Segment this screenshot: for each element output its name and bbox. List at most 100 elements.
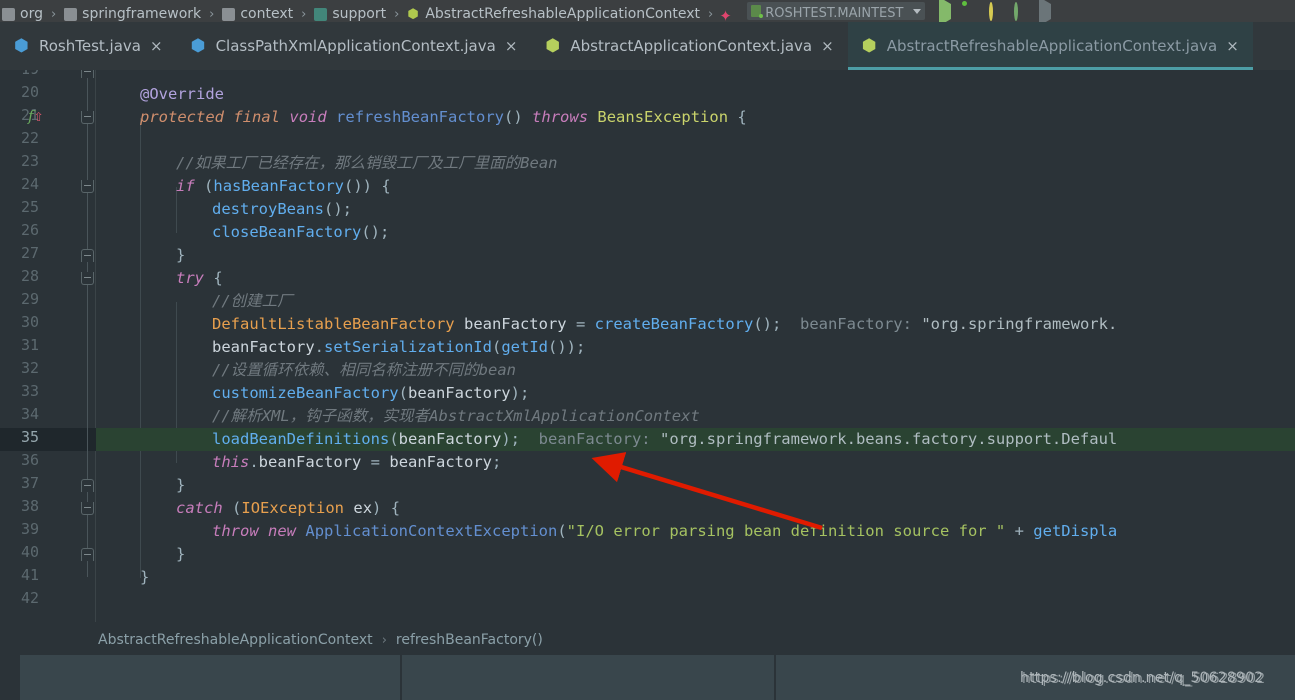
code-line[interactable]: } — [96, 543, 185, 566]
fold-toggle-icon[interactable] — [81, 111, 94, 124]
bottom-panel-middle[interactable] — [402, 655, 774, 700]
breadcrumb-class-name[interactable]: AbstractRefreshableApplicationContext — [98, 632, 373, 648]
code-line[interactable]: catch (IOException ex) { — [96, 497, 400, 520]
java-class-icon: ⬢ — [14, 36, 29, 56]
line-number: 30 — [20, 313, 39, 331]
code-line[interactable]: //设置循环依赖、相同名称注册不同的bean — [96, 359, 516, 382]
bottom-panel-left[interactable] — [20, 655, 400, 700]
code-line[interactable]: //创建工厂 — [96, 290, 293, 313]
code-token: getDispla — [1033, 522, 1118, 540]
code-line[interactable]: throw new ApplicationContextException("I… — [96, 520, 1117, 543]
fold-toggle-icon[interactable] — [81, 272, 94, 285]
close-icon[interactable]: × — [1226, 38, 1239, 54]
fold-toggle-icon[interactable] — [81, 249, 94, 262]
fold-rail — [87, 278, 88, 485]
code-line[interactable]: //如果工厂已经存在，那么销毁工厂及工厂里面的Bean — [96, 152, 558, 175]
inlay-hint-value: "org.springframework.beans.factory.suppo… — [659, 430, 1118, 448]
debug-icon[interactable] — [964, 4, 979, 19]
code-token: ex — [353, 499, 373, 517]
code-line[interactable]: beanFactory.setSerializationId(getId()); — [96, 336, 585, 359]
close-icon[interactable]: × — [150, 38, 163, 54]
edit-configurations-icon[interactable]: ✦ — [719, 7, 732, 23]
chevron-down-icon — [913, 8, 922, 14]
code-token: new — [268, 522, 297, 540]
code-token: ; — [492, 453, 502, 471]
code-line[interactable]: DefaultListableBeanFactory beanFactory =… — [96, 313, 1117, 336]
fold-toggle-icon[interactable] — [81, 548, 94, 561]
code-line[interactable]: closeBeanFactory(); — [96, 221, 389, 244]
close-icon[interactable]: × — [505, 38, 518, 54]
code-line[interactable]: //解析XML，钩子函数，实现者AbstractXmlApplicationCo… — [96, 405, 700, 428]
java-abstract-class-icon: ⬢ — [861, 36, 877, 56]
code-line[interactable]: this.beanFactory = beanFactory; — [96, 451, 501, 474]
code-line[interactable]: destroyBeans(); — [96, 198, 352, 221]
override-method-icon[interactable]: f⇧ — [28, 107, 44, 125]
code-token: //设置循环依赖、相同名称注册不同的bean — [212, 361, 516, 379]
watermark: https://blog.csdn.net/q_50628902 https:/… — [1020, 670, 1280, 692]
breadcrumb-item-support[interactable]: support — [312, 0, 388, 22]
code-token: refreshBeanFactory — [336, 108, 505, 126]
line-number: 31 — [20, 336, 39, 354]
breadcrumb-method-name[interactable]: refreshBeanFactory() — [396, 632, 543, 648]
code-token: (); — [323, 200, 352, 218]
breadcrumb-item-class[interactable]: ⬢ AbstractRefreshableApplicationContext — [405, 0, 702, 22]
run-with-coverage-icon[interactable] — [989, 1, 1004, 21]
code-line[interactable]: } — [96, 474, 185, 497]
code-token: ()) — [344, 177, 373, 195]
code-line[interactable]: customizeBeanFactory(beanFactory); — [96, 382, 529, 405]
code-token: ( — [557, 522, 567, 540]
breadcrumb-item-org[interactable]: org — [0, 0, 45, 22]
run-config-name: ROSHTEST.MAINTEST — [765, 5, 904, 21]
fold-toggle-icon[interactable] — [81, 180, 94, 193]
close-icon[interactable]: × — [821, 38, 834, 54]
breadcrumb-item-springframework[interactable]: springframework — [62, 0, 203, 22]
code-token: + — [1005, 522, 1034, 540]
tab-classpathxmlapplicationcontext[interactable]: ⬢ ClassPathXmlApplicationContext.java × — [177, 22, 532, 70]
line-number: 39 — [20, 520, 39, 538]
fold-toggle-icon[interactable] — [81, 479, 94, 492]
tab-roshtest[interactable]: ⬢ RoshTest.java × — [0, 22, 177, 70]
code-token: //创建工厂 — [212, 292, 293, 310]
stop-icon[interactable] — [1039, 0, 1054, 22]
inlay-hint-value: "org.springframework. — [921, 315, 1118, 333]
code-token: . — [249, 453, 259, 471]
code-line[interactable]: protected final void refreshBeanFactory(… — [96, 106, 747, 129]
code-line[interactable]: @Override — [96, 83, 224, 106]
breadcrumb-item-context[interactable]: context — [220, 0, 295, 22]
editor-tab-bar: ⬢ RoshTest.java × ⬢ ClassPathXmlApplicat… — [0, 22, 1295, 70]
fold-toggle-icon[interactable] — [81, 70, 94, 78]
code-text-area[interactable]: @Override protected final void refreshBea… — [96, 70, 1295, 622]
run-icon[interactable] — [939, 0, 954, 22]
code-line[interactable]: loadBeanDefinitions(beanFactory); beanFa… — [96, 428, 1117, 451]
code-line[interactable]: if (hasBeanFactory()) { — [96, 175, 391, 198]
code-editor[interactable]: 1920212223242526272829303132333435363738… — [0, 70, 1295, 622]
search-everywhere-icon[interactable] — [1064, 4, 1079, 19]
code-line[interactable]: try { — [96, 267, 223, 290]
editor-gutter[interactable]: 1920212223242526272829303132333435363738… — [0, 70, 96, 622]
code-token: } — [176, 545, 186, 563]
fold-toggle-icon[interactable] — [81, 502, 94, 515]
code-token: = — [370, 453, 381, 471]
tab-abstractrefreshableapplicationcontext[interactable]: ⬢ AbstractRefreshableApplicationContext.… — [847, 22, 1253, 70]
watermark-text-shadow: https://blog.csdn.net/q_50628902 — [1022, 671, 1266, 687]
code-token: beanFactory — [212, 338, 315, 356]
top-toolbar: org › springframework › context › suppor… — [0, 0, 1295, 22]
code-line[interactable]: } — [96, 244, 185, 267]
code-token: { — [390, 499, 401, 517]
code-token: hasBeanFactory — [213, 177, 345, 195]
tab-abstractapplicationcontext[interactable]: ⬢ AbstractApplicationContext.java × — [531, 22, 847, 70]
profile-icon[interactable] — [1014, 1, 1029, 21]
tab-label: ClassPathXmlApplicationContext.java — [215, 37, 496, 55]
code-line[interactable]: } — [96, 566, 149, 589]
run-configuration-selector[interactable]: ROSHTEST.MAINTEST — [747, 2, 926, 21]
code-token: () — [504, 108, 523, 126]
inlay-hint-label: beanFactory: — [799, 315, 912, 333]
